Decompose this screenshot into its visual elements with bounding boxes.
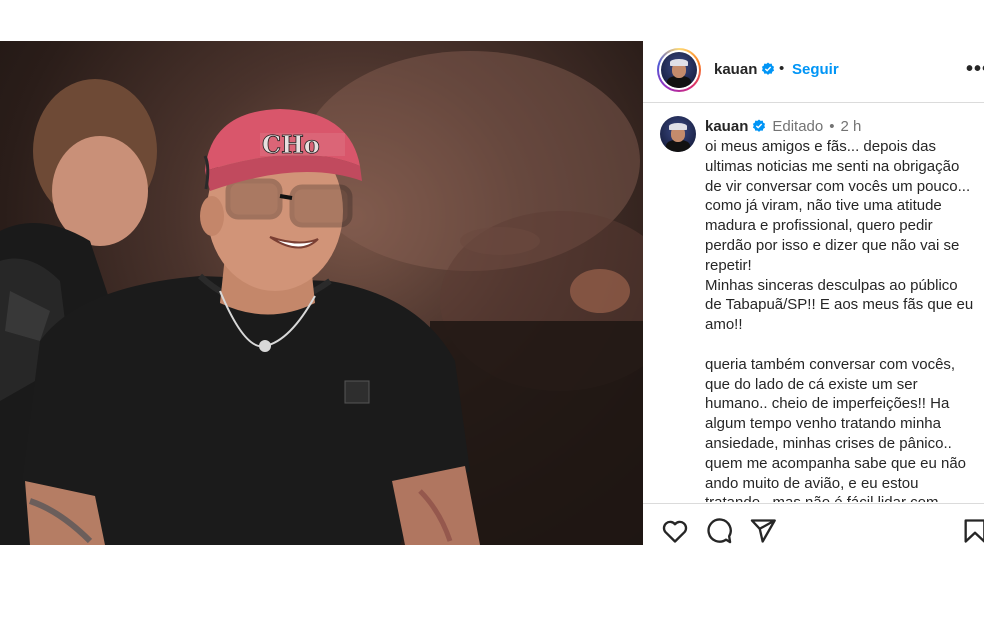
follow-button[interactable]: Seguir (792, 61, 839, 78)
send-icon (750, 519, 776, 543)
post-photo[interactable]: CHo (0, 41, 643, 545)
save-button[interactable] (961, 517, 984, 545)
meta-separator: • (829, 118, 835, 135)
author-username[interactable]: kauan (714, 61, 775, 78)
verified-badge-icon (753, 119, 766, 132)
comment-button[interactable] (705, 517, 733, 545)
post-header: kauan • Seguir ••• (643, 41, 984, 103)
post-photo-illustration: CHo (0, 51, 643, 545)
post-side-panel: kauan • Seguir ••• kauan Editado • 2 h oi … (643, 41, 984, 545)
comment-icon (707, 518, 732, 544)
caption-text: oi meus amigos e fãs... depois das ultim… (705, 138, 974, 502)
caption-area[interactable]: kauan Editado • 2 h oi meus amigos e fãs..… (643, 104, 984, 502)
verified-badge-icon (762, 62, 775, 75)
author-username-text[interactable]: kauan (714, 61, 757, 78)
edited-label: Editado (772, 118, 824, 135)
more-options-button[interactable]: ••• (966, 58, 984, 81)
author-avatar[interactable] (657, 48, 701, 92)
like-button[interactable] (661, 517, 689, 545)
caption-author-username[interactable]: kauan (705, 118, 748, 135)
avatar-image (661, 52, 697, 88)
cap-logo-text: CHo (262, 130, 320, 159)
post-timestamp[interactable]: 2 h (841, 118, 862, 135)
caption-meta: kauan Editado • 2 h (705, 118, 861, 135)
header-separator: • (779, 60, 785, 77)
bookmark-icon (964, 519, 984, 543)
caption-author-avatar[interactable] (660, 116, 696, 152)
share-button[interactable] (749, 517, 777, 545)
heart-icon (662, 520, 688, 543)
action-bar (643, 503, 984, 545)
